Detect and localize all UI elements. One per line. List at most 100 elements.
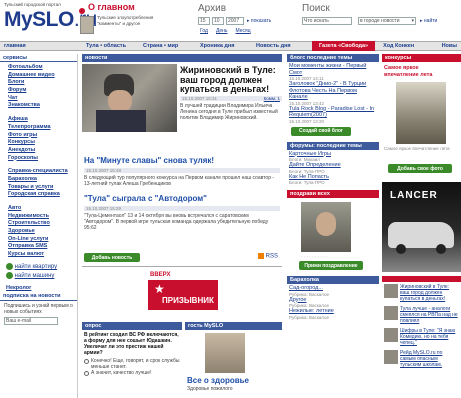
contests-title[interactable]: Самое яркое впечатление лета bbox=[384, 65, 444, 78]
sidebar-item[interactable]: Домашнее видео bbox=[0, 72, 77, 80]
news-main-text: В лучшей традиции Владимира Ильича Ленин… bbox=[180, 103, 278, 121]
find-car-link[interactable]: найти машину bbox=[0, 270, 77, 279]
archive-link-day[interactable]: День bbox=[216, 28, 228, 34]
add-news-button[interactable]: Добавь новость bbox=[84, 253, 140, 262]
poll-question: В рейтинг сходил ВС РФ включаются, а фор… bbox=[84, 332, 179, 356]
sidebar-item[interactable]: Телепрограмма bbox=[0, 124, 77, 132]
radio-icon[interactable] bbox=[84, 371, 89, 376]
glav-title[interactable]: О главном bbox=[88, 2, 135, 12]
car-ad-banner[interactable]: LANCER bbox=[382, 182, 461, 272]
sidebar-item[interactable]: Чат bbox=[0, 95, 77, 103]
archive-link-year[interactable]: Год bbox=[200, 28, 208, 34]
rss-link[interactable]: RSS bbox=[258, 253, 278, 260]
search-input[interactable]: Что искать bbox=[302, 17, 352, 25]
sidebar-item[interactable]: Гороскопы bbox=[0, 155, 77, 163]
sidebar-item[interactable]: Блоги bbox=[0, 79, 77, 87]
archive-show-button[interactable]: ▸ показать bbox=[247, 18, 271, 24]
banner[interactable]: ВВЕРХ ★ ПРИЗЫВНИК bbox=[82, 268, 282, 316]
sidebar-item[interactable]: Авто bbox=[0, 205, 77, 213]
glav-subtitle[interactable]: Тульские злоупотребления "комменты" и др… bbox=[97, 15, 167, 26]
sidebar-item[interactable]: Форум bbox=[0, 87, 77, 95]
sidebar-item[interactable]: Барахолка bbox=[0, 176, 77, 184]
market-head: Барахолка bbox=[287, 276, 379, 284]
logo-main: MySLO bbox=[4, 8, 74, 31]
greet-button[interactable]: Прими поздравление bbox=[299, 261, 363, 270]
subscribe-text: Подпишись и узнай первым о новых события… bbox=[4, 302, 73, 315]
sidebar-item[interactable]: Строительство bbox=[0, 220, 77, 228]
nav-item-new[interactable]: Новы bbox=[438, 43, 461, 49]
search-go-button[interactable]: ▸ найти bbox=[420, 18, 437, 24]
sidebar-item[interactable]: Справка-специалиста bbox=[0, 168, 77, 176]
nav-item-news-day[interactable]: Новость дня bbox=[252, 43, 312, 49]
sidebar-item[interactable]: Афиша bbox=[0, 116, 77, 124]
sidebar-item[interactable]: Конкурсы bbox=[0, 139, 77, 147]
archive-year[interactable]: 2007 bbox=[226, 17, 244, 25]
archive-links: Год День Месяц bbox=[200, 28, 251, 34]
main-nav: главная Тула • область Страна • мир Хрон… bbox=[0, 41, 461, 51]
right-news-item[interactable]: Шифры в Туле: "Я знаю Комедию, но на теб… bbox=[384, 328, 459, 346]
right-column: конкурсы Самое яркое впечатление лета Са… bbox=[382, 54, 461, 398]
greet-face bbox=[316, 212, 336, 236]
contests-photo[interactable] bbox=[396, 82, 446, 144]
contests-head: конкурсы bbox=[382, 54, 461, 62]
star-icon: ★ bbox=[154, 282, 165, 296]
nav-item-world[interactable]: Страна • мир bbox=[139, 43, 196, 49]
sidebar-item[interactable]: Знакомства bbox=[0, 102, 77, 110]
poll-option-2[interactable]: А значит, качество лучше! bbox=[82, 370, 182, 376]
sidebar-item[interactable]: Здоровье bbox=[0, 228, 77, 236]
news-head: новости bbox=[82, 54, 282, 62]
blog-item[interactable]: Tula Rock Blog - Paradise Lost - In Requ… bbox=[289, 106, 377, 119]
nav-item-tula[interactable]: Тула • область bbox=[82, 43, 139, 49]
right-news-item[interactable]: Жириновский в Туле: ваш город должен куп… bbox=[384, 284, 459, 302]
poll-option-1[interactable]: Конечно! Еще, говорят, и срок службы мен… bbox=[82, 358, 182, 370]
archive-day[interactable]: 15 bbox=[198, 17, 210, 25]
greet-photo[interactable] bbox=[301, 202, 351, 252]
search-title: Поиск bbox=[302, 3, 330, 14]
create-blog-button[interactable]: Создай свой блог bbox=[291, 126, 351, 136]
radio-icon[interactable] bbox=[84, 359, 89, 364]
find-flat-link[interactable]: найти квартиру bbox=[0, 259, 77, 270]
contests-button[interactable]: Добавь свое фото bbox=[388, 164, 452, 173]
nav-item-chronicle[interactable]: Хроника дня bbox=[196, 43, 252, 49]
guest-head: гость MySLO bbox=[185, 322, 282, 330]
sidebar-item[interactable]: Фотоальбом bbox=[0, 64, 77, 72]
blog-date: 15.10.2007 13:20 bbox=[289, 118, 325, 124]
right-news-item[interactable]: Тула лучше - аналоги смеялся на РВПа над… bbox=[384, 306, 459, 324]
sidebar-item[interactable]: Фото игры bbox=[0, 132, 77, 140]
search-scope-select[interactable]: в городе новости ▾ bbox=[358, 17, 416, 25]
nav-item-more[interactable]: Ход Конкен bbox=[379, 43, 418, 49]
nav-item-gazette[interactable]: Газета «Свобода» bbox=[312, 41, 376, 51]
news-third-date: 15.10.2007 15:29 bbox=[84, 206, 280, 211]
archive-month[interactable]: 10 bbox=[212, 17, 224, 25]
nav-item-home[interactable]: главная bbox=[0, 43, 82, 49]
sidebar-item[interactable]: Недвижимость bbox=[0, 213, 77, 221]
contests-caption: Самое яркое впечатление лета bbox=[384, 146, 450, 151]
car-wheel bbox=[436, 244, 446, 254]
sidebar-item[interactable]: Товары и услуги bbox=[0, 184, 77, 192]
forums-head: форумы: последние темы bbox=[287, 141, 379, 150]
guest-title[interactable]: Все о здоровье bbox=[187, 376, 249, 385]
email-field[interactable]: Ваш e-mail bbox=[4, 316, 58, 325]
sidebar-item-obituary[interactable]: Некролог bbox=[0, 279, 77, 291]
news-third-text: "Тула-Цементаол" 13 и 14 октября вы внов… bbox=[84, 213, 269, 231]
blog-item[interactable]: Мои моменты жизни - Первый Смот bbox=[289, 63, 377, 76]
blog-item[interactable]: Заголовок "Днио-2" - В Турции Флотова Че… bbox=[289, 81, 377, 101]
guest-sub: Здоровье пожилого bbox=[187, 386, 233, 392]
sidebar-head: сервисы bbox=[0, 54, 77, 62]
market-list: Сад-огород... Рубрика: Васкалое Другое Р… bbox=[287, 284, 379, 321]
house-icon bbox=[6, 262, 13, 270]
sidebar-item[interactable]: Курсы валют bbox=[0, 251, 77, 259]
sidebar-item[interactable]: Отправка SMS bbox=[0, 243, 77, 251]
rss-icon bbox=[258, 253, 264, 259]
glav-thumbnail[interactable] bbox=[80, 16, 94, 34]
archive-link-month[interactable]: Месяц bbox=[236, 28, 251, 34]
right-news-item[interactable]: Рейд MySLO.ru по самым опасным тульским … bbox=[384, 350, 459, 368]
guest-photo[interactable] bbox=[205, 333, 245, 373]
sidebar-item[interactable]: On-Line услуги bbox=[0, 236, 77, 244]
sidebar-item[interactable]: Городская справка bbox=[0, 191, 77, 199]
news-main-title[interactable]: Жириновский в Туле: ваш город должен куп… bbox=[180, 65, 282, 95]
news-main-photo[interactable] bbox=[82, 64, 177, 132]
news-second-title[interactable]: На "Минуте славы" снова туляк! bbox=[84, 156, 214, 165]
news-third-title[interactable]: "Тула" сыграла с "Автодором" bbox=[84, 194, 207, 203]
sidebar-item[interactable]: Анекдоты bbox=[0, 147, 77, 155]
